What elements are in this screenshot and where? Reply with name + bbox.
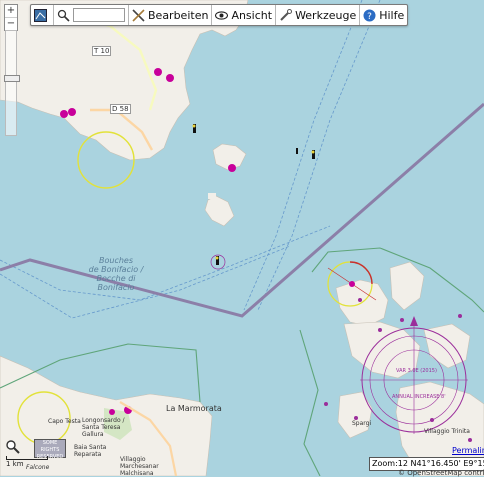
edit-menu-button[interactable]: Bearbeiten xyxy=(129,5,213,25)
help-menu-label: Hilfe xyxy=(379,8,405,22)
svg-text:?: ? xyxy=(367,12,372,22)
place-label-la-marmorata: La Marmorata xyxy=(166,404,222,413)
place-label-santa-reparata: Baia Santa Reparata xyxy=(74,444,107,458)
eye-icon xyxy=(215,10,229,20)
magnifier-icon[interactable] xyxy=(6,440,20,454)
compass-increase-label: ANNUAL INCREASE 8' xyxy=(392,394,446,400)
layers-button[interactable] xyxy=(31,5,54,25)
zoom-slider-handle[interactable] xyxy=(4,75,20,82)
tools-menu-label: Werkzeuge xyxy=(295,8,357,22)
nautical-map[interactable] xyxy=(0,0,484,476)
road-label-t10: T 10 xyxy=(92,46,112,56)
tools-cross-icon xyxy=(132,8,145,22)
edit-menu-label: Bearbeiten xyxy=(148,8,209,22)
search-box xyxy=(54,5,129,25)
road-label-d58: D 58 xyxy=(110,104,131,114)
permalink-link[interactable]: Permalink xyxy=(452,446,484,455)
wrench-icon xyxy=(280,8,293,21)
help-icon: ? xyxy=(363,9,376,22)
search-input[interactable] xyxy=(73,8,125,22)
zoom-controls: + − xyxy=(4,4,18,31)
view-menu-button[interactable]: Ansicht xyxy=(212,5,277,25)
place-label-villaggio-marchesanar: Villaggio Marchesanar Malchisana xyxy=(120,456,159,477)
tools-menu-button[interactable]: Werkzeuge xyxy=(276,5,361,25)
compass-variation-label: VAR 3.0E (2015) xyxy=(396,368,437,374)
sea-label-bocche: Bouches de Bonifacio / Bocche di Bonifac… xyxy=(88,256,144,292)
toolbar: Bearbeiten Ansicht Werkzeuge ? Hilfe xyxy=(30,4,409,26)
place-label-villaggio-trinita: Villaggio Trinita xyxy=(424,428,470,435)
scale-label: 1 km xyxy=(6,460,24,468)
help-menu-button[interactable]: ? Hilfe xyxy=(360,5,407,25)
place-label-spargi: Spargi xyxy=(352,420,372,427)
place-label-capo-testa: Capo Testa xyxy=(48,418,81,425)
zoom-slider[interactable] xyxy=(4,30,20,136)
view-menu-label: Ansicht xyxy=(231,8,273,22)
place-label-santa-teresa: Longonsardo / Santa Teresa Gallura xyxy=(82,417,125,438)
search-icon xyxy=(57,9,70,22)
scale-bar: 1 km xyxy=(6,456,48,468)
zoom-out-button[interactable]: − xyxy=(5,18,17,30)
zoom-in-button[interactable]: + xyxy=(5,5,17,18)
map-layers-icon xyxy=(34,8,47,22)
